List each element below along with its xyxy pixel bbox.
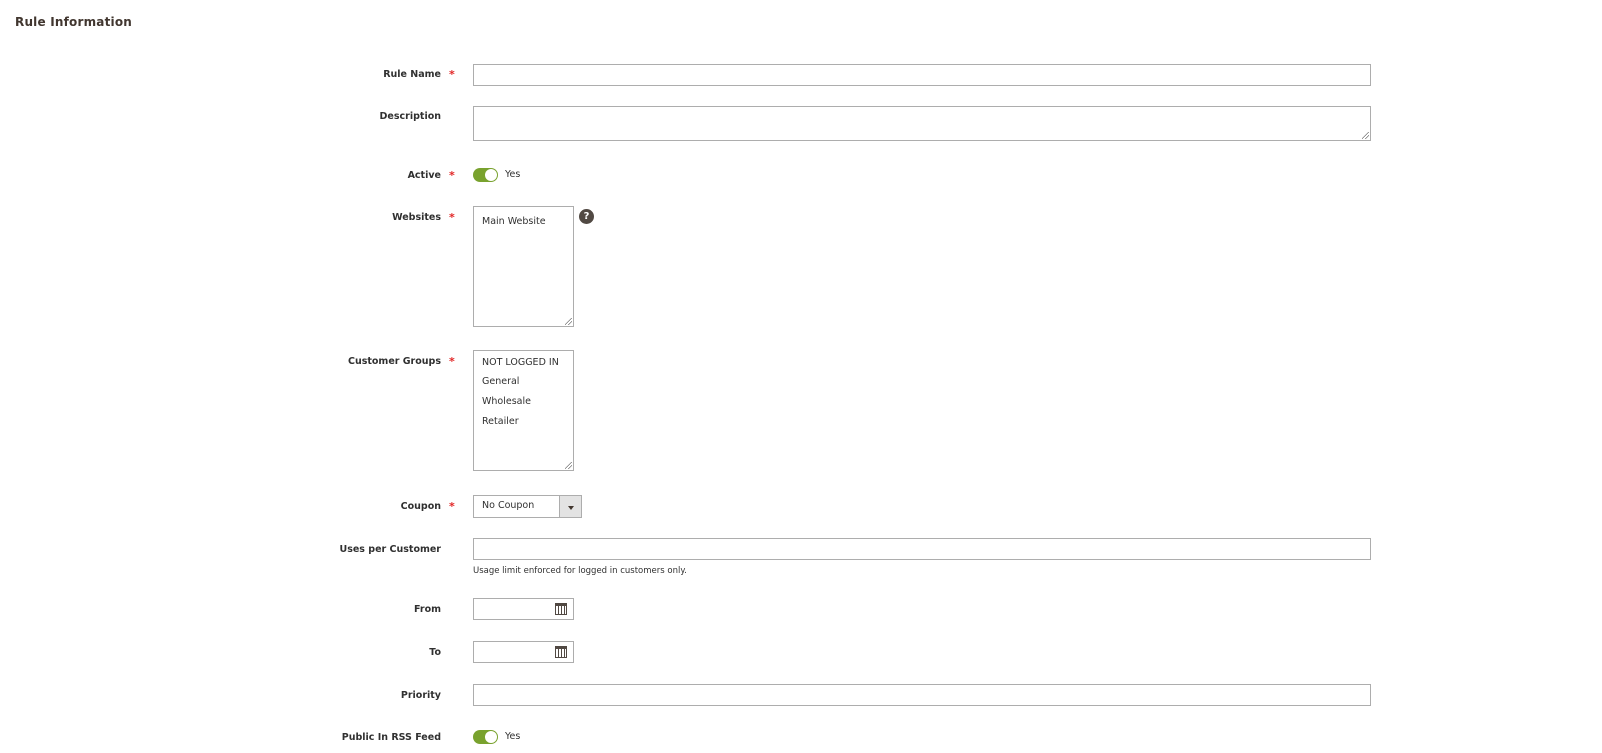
required-marker: *: [449, 500, 455, 513]
priority-input[interactable]: [473, 684, 1371, 706]
uses-per-customer-label: Uses per Customer: [339, 544, 442, 555]
description-label: Description: [379, 111, 441, 122]
coupon-select[interactable]: No Coupon: [473, 495, 582, 518]
toggle-knob: [485, 731, 497, 743]
resize-grip-icon[interactable]: [565, 462, 572, 469]
resize-grip-icon[interactable]: [565, 318, 572, 325]
public-rss-label: Public In RSS Feed: [341, 732, 441, 743]
uses-per-customer-input[interactable]: [473, 538, 1371, 560]
active-toggle[interactable]: [473, 168, 498, 182]
help-icon[interactable]: ?: [579, 209, 594, 224]
uses-per-customer-note: Usage limit enforced for logged in custo…: [473, 566, 687, 576]
required-marker: *: [449, 169, 455, 182]
required-marker: *: [449, 355, 455, 368]
rule-name-label: Rule Name: [383, 69, 441, 80]
required-marker: *: [449, 68, 455, 81]
required-marker: *: [449, 211, 455, 224]
calendar-icon[interactable]: [555, 646, 567, 658]
customer-groups-label: Customer Groups: [347, 356, 441, 367]
to-label: To: [429, 647, 441, 658]
customer-group-option[interactable]: Wholesale: [482, 396, 531, 407]
websites-label: Websites: [392, 212, 441, 223]
chevron-down-icon[interactable]: [559, 496, 581, 517]
section-title: Rule Information: [15, 15, 133, 29]
active-toggle-state: Yes: [505, 169, 521, 180]
coupon-label: Coupon: [400, 501, 441, 512]
coupon-selected-value: No Coupon: [482, 500, 535, 511]
customer-group-option[interactable]: NOT LOGGED IN: [482, 357, 559, 368]
rule-name-input[interactable]: [473, 64, 1371, 86]
toggle-knob: [485, 169, 497, 181]
from-label: From: [414, 604, 441, 615]
description-textarea[interactable]: [473, 106, 1371, 141]
public-rss-toggle-state: Yes: [505, 731, 521, 742]
resize-grip-icon[interactable]: [1362, 132, 1369, 139]
from-date-input[interactable]: [473, 598, 574, 620]
websites-multiselect[interactable]: Main Website: [473, 206, 574, 327]
websites-option[interactable]: Main Website: [482, 216, 546, 227]
priority-label: Priority: [400, 690, 441, 701]
calendar-icon[interactable]: [555, 603, 567, 615]
active-label: Active: [407, 170, 441, 181]
customer-group-option[interactable]: General: [482, 376, 519, 387]
public-rss-toggle[interactable]: [473, 730, 498, 744]
customer-group-option[interactable]: Retailer: [482, 416, 519, 427]
customer-groups-multiselect[interactable]: NOT LOGGED IN General Wholesale Retailer: [473, 350, 574, 471]
to-date-input[interactable]: [473, 641, 574, 663]
